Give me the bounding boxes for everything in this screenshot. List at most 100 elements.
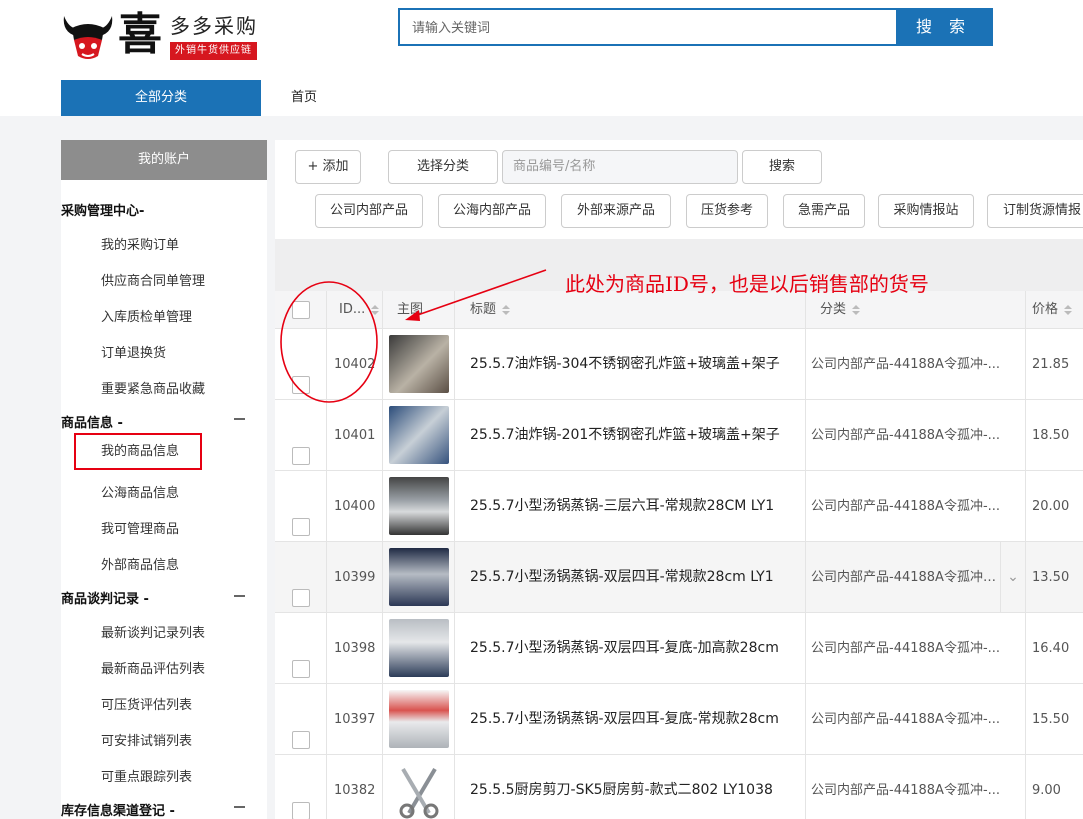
row-select-cell: [275, 613, 327, 684]
sidebar-item-latest-negotiations[interactable]: 最新谈判记录列表: [101, 622, 205, 641]
product-image-cell: [383, 329, 455, 400]
steamer-product-image[interactable]: [389, 548, 449, 606]
sidebar-item-inbound-inspection[interactable]: 入库质检单管理: [101, 306, 192, 325]
search-bar: 搜 索: [398, 8, 993, 46]
logo-tagline: 外销牛货供应链: [170, 42, 257, 60]
row-checkbox[interactable]: [292, 660, 310, 678]
filter-intel-station[interactable]: 采购情报站: [878, 194, 974, 228]
sidebar-item-key-tracking[interactable]: 可重点跟踪列表: [101, 766, 192, 785]
row-select-cell: [275, 755, 327, 819]
product-title[interactable]: 25.5.7小型汤锅蒸锅-双层四耳-复底-加高款28cm: [455, 613, 806, 684]
filter-company-internal[interactable]: 公司内部产品: [315, 194, 423, 228]
sidebar-item-latest-evaluations[interactable]: 最新商品评估列表: [101, 658, 205, 677]
chevron-down-icon[interactable]: ⌄: [1001, 542, 1026, 613]
filter-stock-reference[interactable]: 压货参考: [686, 194, 768, 228]
search-input[interactable]: [400, 10, 896, 44]
row-checkbox[interactable]: [292, 376, 310, 394]
col-price[interactable]: 价格: [1026, 291, 1083, 329]
sidebar: 我的账户 采购管理中心- 我的采购订单 供应商合同单管理 入库质检单管理 订单退…: [61, 140, 267, 819]
sidebar-item-manageable-products[interactable]: 我可管理商品: [101, 518, 179, 537]
product-image-cell: [383, 400, 455, 471]
sidebar-item-public-products[interactable]: 公海商品信息: [101, 482, 179, 501]
product-title[interactable]: 25.5.7小型汤锅蒸锅-双层四耳-常规款28cm LY1: [455, 542, 806, 613]
product-image-cell: [383, 471, 455, 542]
product-title[interactable]: 25.5.7油炸锅-304不锈钢密孔炸篮+玻璃盖+架子: [455, 329, 806, 400]
product-id: 10402: [327, 329, 383, 400]
all-categories-button[interactable]: 全部分类: [61, 80, 261, 116]
my-account-header[interactable]: 我的账户: [61, 140, 267, 180]
sidebar-item-my-purchase-orders[interactable]: 我的采购订单: [101, 234, 179, 253]
steamer-product-image[interactable]: [389, 477, 449, 535]
table-row[interactable]: 10402 25.5.7油炸锅-304不锈钢密孔炸篮+玻璃盖+架子 公司内部产品…: [275, 329, 1083, 400]
table-row[interactable]: 10400 25.5.7小型汤锅蒸锅-三层六耳-常规款28CM LY1 公司内部…: [275, 471, 1083, 542]
table-row[interactable]: 10397 25.5.7小型汤锅蒸锅-双层四耳-复底-常规款28cm 公司内部产…: [275, 684, 1083, 755]
sidebar-item-urgent-favorites[interactable]: 重要紧急商品收藏: [101, 378, 205, 397]
row-select-cell: [275, 329, 327, 400]
fryer-product-image[interactable]: [389, 335, 449, 393]
col-category-label: 分类: [820, 302, 847, 317]
table-row[interactable]: 10399 25.5.7小型汤锅蒸锅-双层四耳-常规款28cm LY1 公司内部…: [275, 542, 1083, 613]
logo-character: 喜: [118, 9, 162, 60]
sidebar-item-my-products[interactable]: 我的商品信息: [74, 433, 202, 470]
steamer-product-image[interactable]: [389, 619, 449, 677]
product-title[interactable]: 25.5.7油炸锅-201不锈钢密孔炸篮+玻璃盖+架子: [455, 400, 806, 471]
product-title[interactable]: 25.5.5厨房剪刀-SK5厨房剪-款式二802 LY1038: [455, 755, 806, 819]
col-id[interactable]: ID...: [327, 291, 383, 329]
row-checkbox[interactable]: [292, 802, 310, 819]
annotation-text: 此处为商品ID号，也是以后销售部的货号: [565, 272, 929, 296]
product-title[interactable]: 25.5.7小型汤锅蒸锅-三层六耳-常规款28CM LY1: [455, 471, 806, 542]
row-checkbox[interactable]: [292, 589, 310, 607]
site-logo[interactable]: 喜 多多采购 外销牛货供应链: [60, 8, 265, 66]
row-select-cell: [275, 684, 327, 755]
sidebar-section-products[interactable]: 商品信息 -: [61, 412, 123, 431]
sort-icon[interactable]: [852, 304, 861, 315]
select-all-checkbox[interactable]: [292, 301, 310, 319]
product-id: 10400: [327, 471, 383, 542]
filter-external-source[interactable]: 外部来源产品: [561, 194, 671, 228]
sidebar-item-external-products[interactable]: 外部商品信息: [101, 554, 179, 573]
sort-icon[interactable]: [502, 304, 511, 315]
scissors-product-image[interactable]: [389, 761, 449, 819]
sidebar-item-order-returns[interactable]: 订单退换货: [101, 342, 166, 361]
row-checkbox[interactable]: [292, 447, 310, 465]
product-id: 10397: [327, 684, 383, 755]
table-row[interactable]: 10398 25.5.7小型汤锅蒸锅-双层四耳-复底-加高款28cm 公司内部产…: [275, 613, 1083, 684]
row-select-cell: [275, 400, 327, 471]
home-link[interactable]: 首页: [291, 80, 317, 116]
row-checkbox[interactable]: [292, 518, 310, 536]
search-button[interactable]: 搜 索: [896, 10, 991, 44]
filter-custom-source[interactable]: 订制货源情报: [987, 194, 1083, 228]
row-select-cell: [275, 542, 327, 613]
sidebar-item-stockable-evaluations[interactable]: 可压货评估列表: [101, 694, 192, 713]
sort-icon[interactable]: [1064, 304, 1073, 315]
select-category-button[interactable]: 选择分类: [388, 150, 498, 184]
sidebar-section-inventory[interactable]: 库存信息渠道登记 -: [61, 800, 175, 819]
sidebar-item-trial-sales[interactable]: 可安排试销列表: [101, 730, 192, 749]
sidebar-item-supplier-contracts[interactable]: 供应商合同单管理: [101, 270, 205, 289]
product-image-cell: [383, 613, 455, 684]
product-search-input[interactable]: 商品编号/名称: [502, 150, 738, 184]
product-price: 15.50: [1032, 712, 1070, 727]
row-select-cell: [275, 471, 327, 542]
product-price: 13.50: [1032, 570, 1070, 585]
product-search-button[interactable]: 搜索: [742, 150, 822, 184]
collapse-minus-icon[interactable]: [234, 806, 245, 808]
filter-public-internal[interactable]: 公海内部产品: [438, 194, 546, 228]
steamer-product-image[interactable]: [389, 690, 449, 748]
logo-name: 多多采购: [170, 14, 258, 38]
sidebar-section-negotiations[interactable]: 商品谈判记录 -: [61, 588, 149, 607]
table-row[interactable]: 10401 25.5.7油炸锅-201不锈钢密孔炸篮+玻璃盖+架子 公司内部产品…: [275, 400, 1083, 471]
sidebar-section-purchase[interactable]: 采购管理中心-: [61, 200, 144, 219]
product-title[interactable]: 25.5.7小型汤锅蒸锅-双层四耳-复底-常规款28cm: [455, 684, 806, 755]
product-image-cell: [383, 755, 455, 819]
table-row[interactable]: 10382 25.5.5厨房剪刀-SK5厨房剪-款式二802 LY1038 公司…: [275, 755, 1083, 819]
add-button[interactable]: + 添加: [295, 150, 361, 184]
collapse-minus-icon[interactable]: [234, 418, 245, 420]
col-image: 主图: [383, 291, 455, 329]
product-price: 20.00: [1032, 499, 1070, 514]
collapse-minus-icon[interactable]: [234, 595, 245, 597]
sort-icon[interactable]: [371, 304, 380, 315]
fryer-product-image[interactable]: [389, 406, 449, 464]
filter-urgent[interactable]: 急需产品: [783, 194, 865, 228]
row-checkbox[interactable]: [292, 731, 310, 749]
